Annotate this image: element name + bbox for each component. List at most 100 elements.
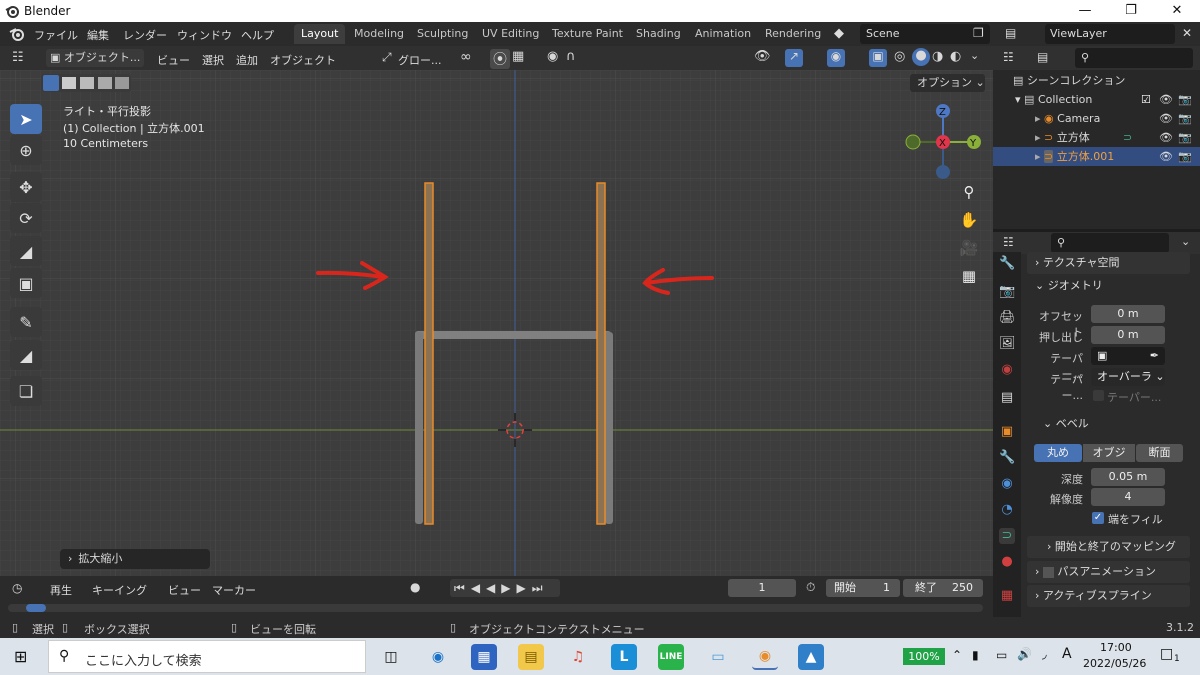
last-operator-panel[interactable]: › 拡大縮小 bbox=[60, 549, 210, 569]
outliner-editor-icon[interactable]: ☷ bbox=[1003, 50, 1014, 64]
viewport-menu-object[interactable]: オブジェクト bbox=[270, 52, 336, 68]
extrude-field[interactable]: 0 m bbox=[1091, 326, 1165, 344]
bevel-object-tab[interactable]: オブジェ... bbox=[1083, 444, 1135, 477]
material-tab-icon[interactable]: ● bbox=[999, 554, 1015, 570]
photos-app-icon[interactable]: ▲ bbox=[798, 644, 824, 670]
snap-icon[interactable]: ⦿ bbox=[490, 49, 510, 69]
file-explorer-icon[interactable]: ▤ bbox=[518, 644, 544, 670]
line-app-icon[interactable]: LINE bbox=[658, 644, 684, 670]
minimize-button[interactable]: — bbox=[1062, 0, 1108, 22]
close-button[interactable]: ✕ bbox=[1154, 0, 1200, 22]
viewport-menu-select[interactable]: 選択 bbox=[202, 52, 224, 68]
scene-selector-icon[interactable]: ◆ bbox=[834, 26, 844, 41]
eye-icon[interactable]: 👁 bbox=[1159, 90, 1173, 109]
tab-texture-paint[interactable]: Texture Paint bbox=[545, 24, 630, 44]
pan-hand-icon[interactable]: ✋ bbox=[956, 207, 982, 233]
jump-end-icon[interactable]: ⏭ bbox=[532, 581, 549, 595]
view-layer-tab-icon[interactable]: 🖼 bbox=[999, 336, 1016, 352]
curve-crossbar[interactable] bbox=[415, 331, 611, 339]
ortho-grid-icon[interactable]: ▦ bbox=[956, 263, 982, 289]
world-tab-icon[interactable]: ▤ bbox=[999, 390, 1015, 406]
viewlayer-field[interactable]: ViewLayer bbox=[1045, 24, 1175, 44]
tray-chevron-icon[interactable]: ⌃ bbox=[952, 648, 962, 662]
shading-dropdown-icon[interactable]: ⌄ bbox=[970, 49, 979, 62]
current-frame-field[interactable]: 1 bbox=[728, 579, 796, 597]
timeline-editor-icon[interactable]: ◷ bbox=[12, 581, 22, 595]
select-invert-icon[interactable] bbox=[98, 77, 112, 89]
camera-render-icon[interactable]: 📷 bbox=[1178, 90, 1192, 109]
particles-tab-icon[interactable]: ◉ bbox=[999, 476, 1015, 492]
tab-shading[interactable]: Shading bbox=[629, 24, 688, 44]
texture-space-section[interactable]: › テクスチャ空間 bbox=[1027, 252, 1190, 274]
properties-search[interactable]: ⚲ bbox=[1051, 233, 1169, 253]
material-shading-icon[interactable]: ◑ bbox=[932, 49, 943, 64]
camera-render-icon[interactable]: 📷 bbox=[1178, 109, 1192, 128]
playhead[interactable] bbox=[26, 604, 46, 612]
rendered-shading-icon[interactable]: ◐ bbox=[950, 49, 961, 64]
navigation-gizmo[interactable]: Z Y X bbox=[900, 100, 990, 185]
clock-time[interactable]: 17:00 bbox=[1100, 641, 1132, 654]
tab-animation[interactable]: Animation bbox=[688, 24, 758, 44]
camera-render-icon[interactable]: 📷 bbox=[1178, 147, 1192, 166]
transform-orientation-dropdown[interactable]: グロー... bbox=[398, 52, 442, 68]
gizmo-neg-y-axis[interactable] bbox=[905, 134, 921, 150]
render-tab-icon[interactable]: 📷 bbox=[999, 284, 1015, 300]
cursor-tool-icon[interactable]: ⊕ bbox=[10, 135, 42, 165]
outliner-scene-collection[interactable]: ▤ シーンコレクション bbox=[993, 71, 1200, 90]
next-key-icon[interactable]: ▶ bbox=[517, 581, 532, 595]
battery-icon[interactable]: ▮ bbox=[972, 648, 979, 662]
add-cube-tool-icon[interactable]: ❏ bbox=[10, 376, 42, 406]
fill-caps-checkbox[interactable]: ✓ bbox=[1092, 512, 1104, 524]
eye-icon[interactable]: 👁 bbox=[1159, 109, 1173, 128]
tab-rendering[interactable]: Rendering bbox=[758, 24, 828, 44]
play-reverse-icon[interactable]: ◀ bbox=[486, 581, 501, 595]
path-animation-checkbox[interactable] bbox=[1042, 566, 1054, 578]
notes-app-icon[interactable]: ▭ bbox=[705, 644, 731, 670]
gizmo-toggle-icon[interactable]: ↗ bbox=[785, 49, 803, 67]
move-tool-icon[interactable]: ✥ bbox=[10, 172, 42, 202]
eye-icon[interactable]: 👁 bbox=[1159, 128, 1173, 147]
proportional-edit-icon[interactable]: ◉ bbox=[547, 49, 558, 64]
solid-shading-icon[interactable]: ● bbox=[912, 48, 930, 66]
network-icon[interactable]: ▭ bbox=[996, 648, 1007, 662]
ime-mode-icon[interactable]: A bbox=[1062, 646, 1072, 662]
bevel-profile-tab[interactable]: 断面 bbox=[1136, 444, 1183, 462]
outliner-camera[interactable]: ▸ ◉ Camera 👁 📷 bbox=[993, 109, 1200, 128]
jump-start-icon[interactable]: ⏮ bbox=[454, 581, 471, 595]
checkbox-icon[interactable]: ☑ bbox=[1141, 90, 1151, 109]
end-frame-field[interactable]: 終了 250 bbox=[903, 579, 983, 597]
annotate-tool-icon[interactable]: ✎ bbox=[10, 307, 42, 337]
options-dropdown[interactable]: オプション ⌄ bbox=[910, 74, 985, 92]
start-frame-field[interactable]: 開始 1 bbox=[826, 579, 900, 597]
taper-checkbox[interactable] bbox=[1093, 390, 1104, 401]
stopwatch-icon[interactable]: ⏱ bbox=[806, 580, 815, 595]
scene-field[interactable]: Scene bbox=[860, 24, 990, 44]
edge-browser-icon[interactable]: ◉ bbox=[425, 644, 451, 670]
offset-field[interactable]: 0 m bbox=[1091, 305, 1165, 323]
mode-dropdown[interactable]: ▣ オブジェクト... bbox=[46, 49, 144, 67]
notification-icon[interactable]: □ bbox=[1160, 646, 1173, 662]
scale-tool-icon[interactable]: ◢ bbox=[10, 236, 42, 266]
selected-rod-left[interactable] bbox=[424, 182, 434, 525]
wireframe-shading-icon[interactable]: ◎ bbox=[894, 49, 905, 64]
resolution-field[interactable]: 4 bbox=[1091, 488, 1165, 506]
measure-tool-icon[interactable]: ◢ bbox=[10, 340, 42, 370]
l-app-icon[interactable]: L bbox=[611, 644, 637, 670]
overlay-toggle-icon[interactable]: ◉ bbox=[827, 49, 845, 67]
prev-key-icon[interactable]: ◀ bbox=[471, 581, 486, 595]
scene-tab-icon[interactable]: ◉ bbox=[999, 362, 1015, 378]
task-view-icon[interactable]: ◫ bbox=[378, 644, 404, 670]
falloff-icon[interactable]: ∩ bbox=[566, 49, 576, 64]
tab-layout[interactable]: Layout bbox=[294, 24, 346, 44]
playback-controls[interactable]: ⏮◀◀▶▶⏭ bbox=[450, 579, 560, 597]
eyedropper-icon[interactable]: ✒ bbox=[1150, 347, 1159, 365]
select-new-icon[interactable] bbox=[43, 75, 59, 91]
timeline-marker-menu[interactable]: マーカー bbox=[212, 582, 256, 598]
menu-file[interactable]: ファイル bbox=[34, 27, 78, 43]
itunes-icon[interactable]: ♫ bbox=[565, 644, 591, 670]
blender-menu-icon[interactable] bbox=[9, 27, 25, 41]
chevron-down-icon[interactable]: ⌄ bbox=[1181, 235, 1190, 248]
camera-render-icon[interactable]: 📷 bbox=[1178, 128, 1192, 147]
timeline-scrubber[interactable] bbox=[8, 604, 983, 612]
editor-type-icon[interactable]: ☷ bbox=[12, 50, 24, 65]
